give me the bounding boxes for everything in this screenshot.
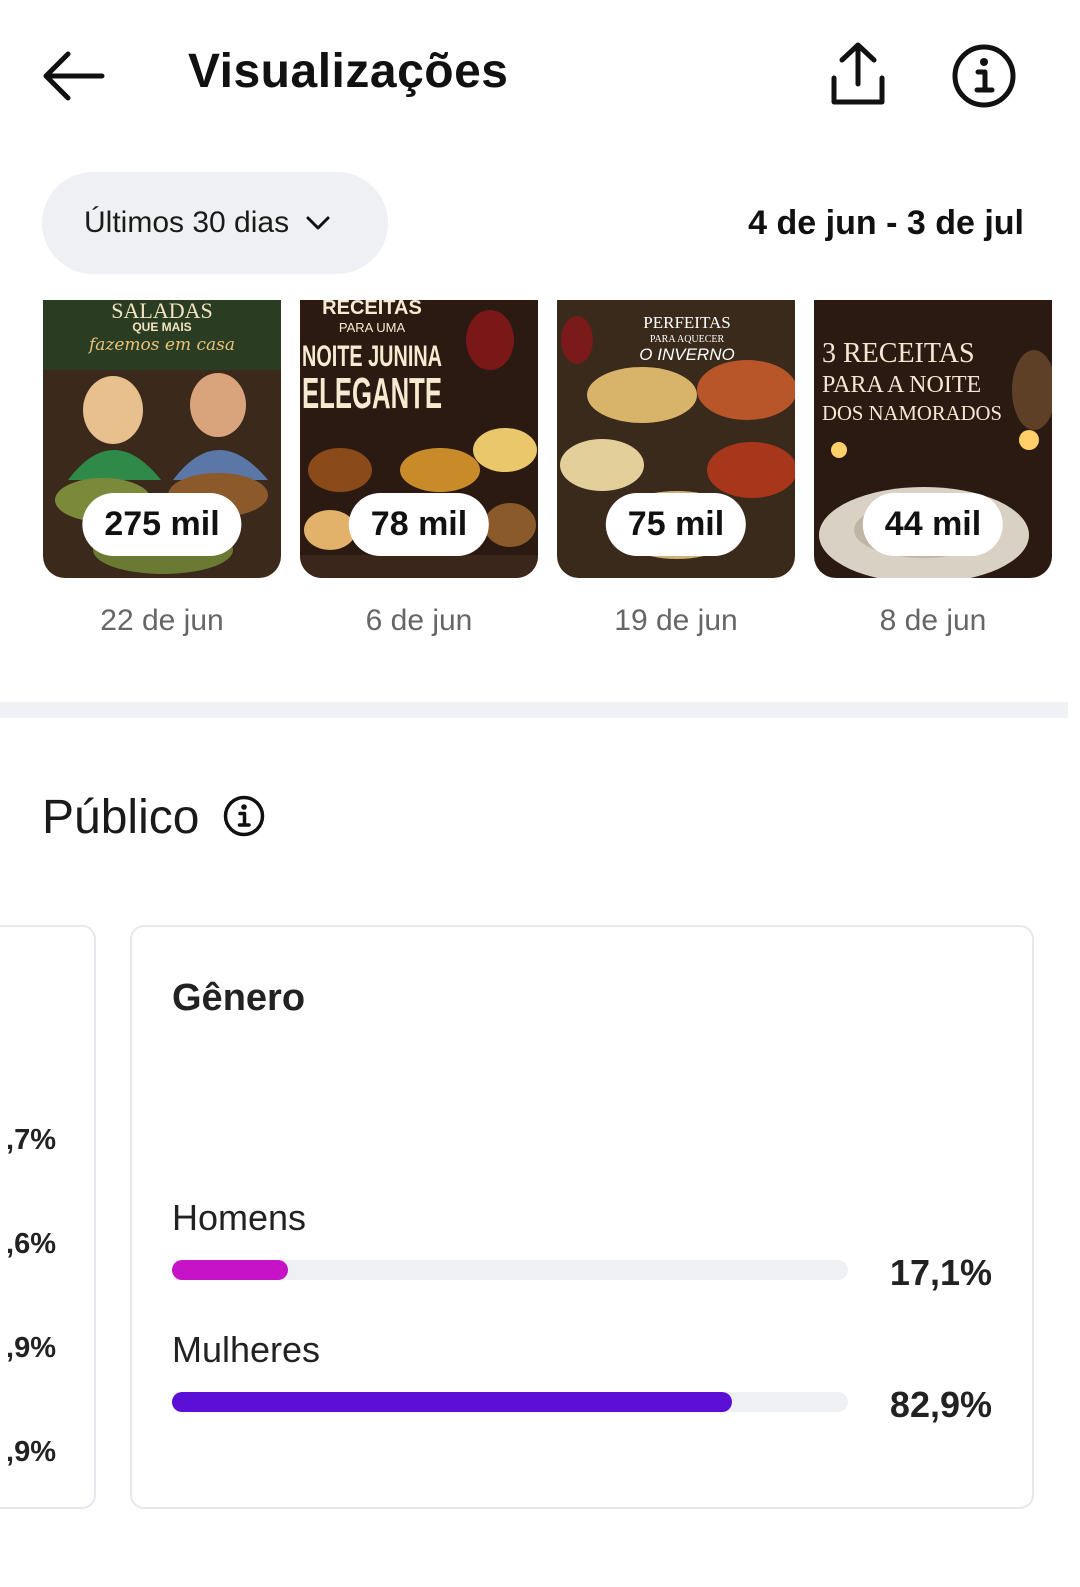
audience-percentage: ,7% (6, 1124, 56, 1156)
page-title: Visualizações (188, 45, 509, 98)
audience-card-partial[interactable]: ,7% ,6% ,9% ,9% (0, 925, 96, 1509)
post-thumbnail[interactable]: 3 RECEITAS PARA A NOITE DOS NAMORADOS 44… (814, 300, 1052, 578)
view-count-badge: 78 mil (348, 493, 490, 556)
svg-text:fazemos em casa: fazemos em casa (87, 335, 235, 355)
svg-text:PARA A NOITE: PARA A NOITE (822, 372, 981, 398)
svg-text:PERFEITAS: PERFEITAS (643, 313, 730, 332)
svg-text:PARA UMA: PARA UMA (339, 320, 406, 335)
gender-label-women: Mulheres (172, 1329, 321, 1370)
audience-percentage: ,6% (6, 1228, 56, 1260)
section-title: Público (42, 791, 200, 844)
post-thumbnail[interactable]: SALADAS QUE MAIS fazemos em casa 275 mil (43, 300, 281, 578)
audience-percentage: ,9% (6, 1436, 56, 1468)
gender-card[interactable]: Gênero Homens 17,1% Mulheres 82,9% (130, 925, 1034, 1509)
audience-percentage: ,9% (6, 1332, 56, 1364)
gender-label-men: Homens (172, 1197, 307, 1238)
info-icon[interactable] (222, 794, 266, 838)
svg-text:ELEGANTE: ELEGANTE (302, 369, 442, 418)
view-count-badge: 275 mil (82, 493, 242, 556)
view-count-badge: 75 mil (605, 493, 747, 556)
gender-card-title: Gênero (172, 977, 306, 1019)
svg-text:O INVERNO: O INVERNO (639, 345, 734, 364)
back-arrow-icon[interactable] (38, 44, 108, 108)
svg-text:DOS NAMORADOS: DOS NAMORADOS (822, 401, 1002, 425)
gender-bar-track-women (172, 1392, 848, 1412)
svg-text:QUE MAIS: QUE MAIS (132, 320, 191, 334)
section-divider (0, 702, 1068, 718)
view-count-badge: 44 mil (862, 493, 1004, 556)
gender-value-women: 82,9% (889, 1384, 992, 1425)
svg-text:3 RECEITAS: 3 RECEITAS (822, 338, 975, 369)
selected-date-range: 4 de jun - 3 de jul (748, 204, 1024, 242)
top-posts-carousel[interactable]: SALADAS QUE MAIS fazemos em casa 275 mil… (0, 300, 1080, 660)
post-thumbnail[interactable]: PERFEITAS PARA AQUECER O INVERNO 75 mil (557, 300, 795, 578)
svg-text:RECEITAS: RECEITAS (322, 300, 422, 319)
gender-bar-women (172, 1392, 733, 1412)
gender-value-men: 17,1% (889, 1252, 992, 1293)
svg-text:PARA AQUECER: PARA AQUECER (650, 334, 725, 345)
share-icon[interactable] (826, 40, 890, 110)
date-range-dropdown-label: Últimos 30 dias (84, 206, 290, 239)
post-date: 22 de jun (100, 604, 224, 637)
post-thumbnail[interactable]: RECEITAS PARA UMA NOITE JUNINA ELEGANTE … (300, 300, 538, 578)
chevron-down-icon (306, 216, 330, 230)
info-icon[interactable] (950, 42, 1018, 110)
date-range-dropdown[interactable]: Últimos 30 dias (42, 172, 388, 274)
header: Visualizações (0, 0, 1080, 150)
gender-bar-men (172, 1260, 288, 1280)
gender-bar-track-men (172, 1260, 848, 1280)
post-date: 6 de jun (365, 604, 473, 637)
post-date: 8 de jun (879, 604, 987, 637)
post-date: 19 de jun (614, 604, 738, 637)
